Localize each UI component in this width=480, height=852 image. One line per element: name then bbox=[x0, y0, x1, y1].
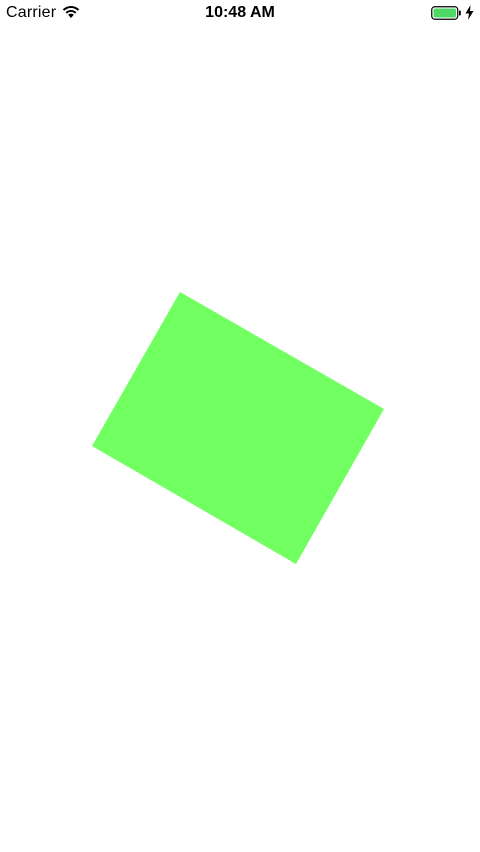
drawing-canvas bbox=[92, 292, 384, 564]
app-screen: Carrier 10:48 AM bbox=[0, 0, 480, 852]
green-rotated-rectangle[interactable] bbox=[92, 292, 384, 564]
